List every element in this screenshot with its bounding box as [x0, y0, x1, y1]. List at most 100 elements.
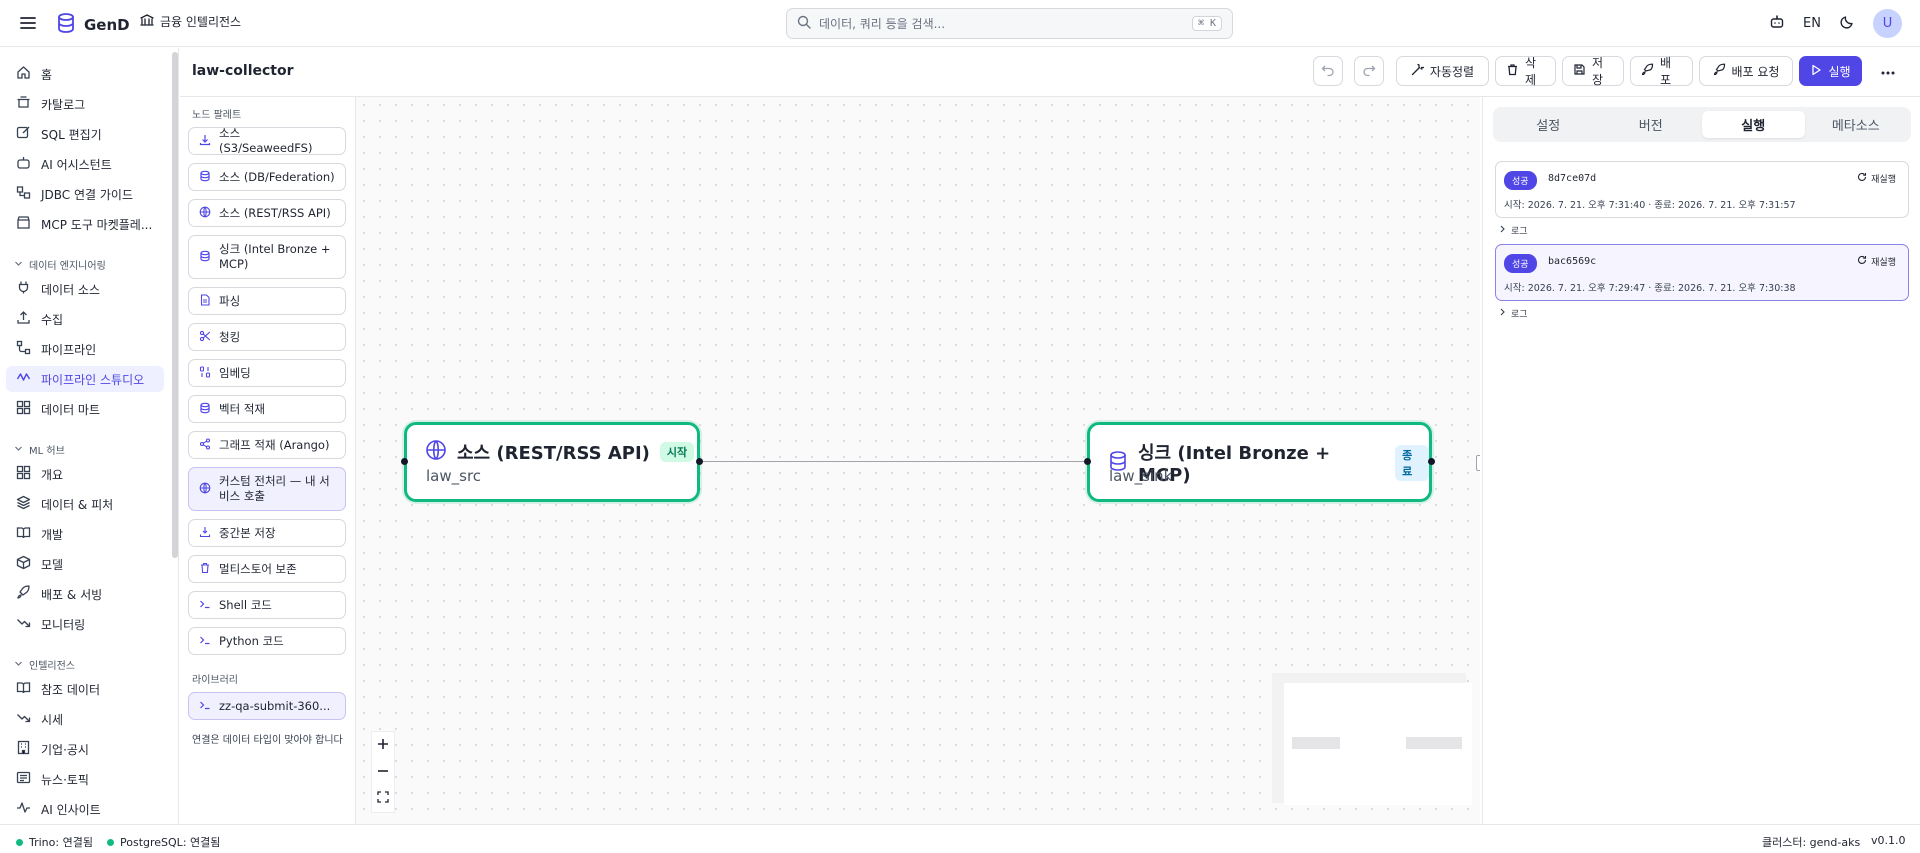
globe-icon: [199, 206, 211, 221]
more-icon[interactable]: [1878, 63, 1898, 83]
node-output-handle[interactable]: [1428, 458, 1435, 465]
sidebar-item-jdbc-guide[interactable]: JDBC 연결 가이드: [6, 181, 164, 207]
palette-item-source-db[interactable]: 소스 (DB/Federation): [188, 163, 346, 191]
sidebar-item-monitoring[interactable]: 모니터링: [6, 611, 164, 637]
run-button[interactable]: 실행: [1799, 56, 1862, 86]
section-ml-hub[interactable]: ML 허브: [14, 442, 65, 457]
section-data-engineering[interactable]: 데이터 엔지니어링: [14, 257, 106, 272]
undo-button[interactable]: [1313, 56, 1343, 86]
run-item[interactable]: 성공 bac6569c 재실행 시작: 2026. 7. 21. 오후 7:29…: [1495, 244, 1909, 301]
book-icon: [16, 680, 31, 698]
panel-resize-handle[interactable]: [1476, 455, 1480, 471]
sidebar-item-label: JDBC 연결 가이드: [41, 187, 134, 202]
studio-icon: [16, 370, 31, 388]
palette-item-shell[interactable]: Shell 코드: [188, 591, 346, 619]
edge-connection[interactable]: [701, 461, 1087, 462]
sidebar-item-ai-assistant[interactable]: AI 어시스턴트: [6, 151, 164, 177]
palette-item-python[interactable]: Python 코드: [188, 627, 346, 655]
node-input-handle[interactable]: [401, 458, 408, 465]
palette-item-embed[interactable]: 임베딩: [188, 359, 346, 387]
save-label: 저장: [1592, 56, 1604, 87]
palette-item-source-rest[interactable]: 소스 (REST/RSS API): [188, 199, 346, 227]
tab-settings[interactable]: 설정: [1497, 111, 1600, 138]
section-intelligence[interactable]: 인텔리전스: [14, 657, 75, 672]
sidebar-item-models[interactable]: 모델: [6, 551, 164, 577]
palette-item-label: 중간본 저장: [219, 525, 276, 540]
palette-item-graph-load[interactable]: 그래프 적재 (Arango): [188, 431, 346, 459]
tab-versions[interactable]: 버전: [1600, 111, 1703, 138]
palette-item-label: 소스 (REST/RSS API): [219, 205, 331, 220]
deploy-button[interactable]: 배포: [1630, 56, 1693, 87]
zoom-in-icon[interactable]: [376, 737, 390, 755]
sidebar-item-develop[interactable]: 개발: [6, 521, 164, 547]
fit-view-icon[interactable]: [377, 791, 389, 807]
node-title: 소스 (REST/RSS API): [457, 443, 650, 464]
sidebar-item-catalog[interactable]: 카탈로그: [6, 91, 164, 117]
end-badge: 종료: [1395, 444, 1429, 481]
minimap[interactable]: [1272, 673, 1472, 805]
tab-runs[interactable]: 실행: [1702, 111, 1805, 138]
sidebar-item-label: 참조 데이터: [41, 682, 101, 697]
log-label: 로그: [1511, 227, 1528, 237]
search-input[interactable]: 데이터, 쿼리 등을 검색... ⌘ K: [786, 8, 1233, 39]
redo-button[interactable]: [1354, 56, 1384, 86]
deploy-label: 배포: [1660, 56, 1672, 87]
avatar[interactable]: U: [1873, 9, 1902, 38]
run-item[interactable]: 성공 8d7ce07d 재실행 시작: 2026. 7. 21. 오후 7:31…: [1495, 161, 1909, 218]
log-toggle[interactable]: 로그: [1499, 224, 1528, 237]
node-input-handle[interactable]: [1084, 458, 1091, 465]
language-toggle[interactable]: EN: [1803, 16, 1821, 31]
run-times: 시작: 2026. 7. 21. 오후 7:31:40 · 종료: 2026. …: [1504, 200, 1796, 211]
sidebar-item-ai-insight[interactable]: AI 인사이트: [6, 796, 164, 822]
sidebar-item-deploy-serving[interactable]: 배포 & 서빙: [6, 581, 164, 607]
zoom-out-icon[interactable]: [376, 764, 390, 782]
brand[interactable]: GenD: [56, 12, 130, 38]
library-item[interactable]: zz-qa-submit-360...: [188, 692, 346, 720]
palette-item-label: 임베딩: [219, 365, 251, 380]
palette-item-multistore[interactable]: 멀티스토어 보존: [188, 555, 346, 583]
sidebar-item-overview[interactable]: 개요: [6, 461, 164, 487]
chevron-right-icon: [1499, 225, 1506, 236]
bot-icon[interactable]: [1769, 14, 1785, 34]
palette-item-chunk[interactable]: 청킹: [188, 323, 346, 351]
sidebar: 홈 카탈로그 SQL 편집기 AI 어시스턴트 JDBC 연결 가이드 MCP …: [0, 48, 179, 824]
sidebar-item-data-source[interactable]: 데이터 소스: [6, 276, 164, 302]
rerun-button[interactable]: 재실행: [1857, 172, 1896, 185]
sidebar-item-ingest[interactable]: 수집: [6, 306, 164, 332]
palette-item-label: 커스텀 전처리 — 내 서비스 호출: [219, 474, 330, 503]
sidebar-item-sql-editor[interactable]: SQL 편집기: [6, 121, 164, 147]
workspace-switcher[interactable]: 금융 인텔리전스: [140, 13, 241, 30]
node-source-rest[interactable]: 소스 (REST/RSS API) 시작 law_src: [401, 422, 703, 502]
pipeline-canvas[interactable]: 소스 (REST/RSS API) 시작 law_src 싱크 (Intel B…: [356, 97, 1480, 824]
chevron-down-icon: [14, 659, 23, 671]
palette-item-intermediate-save[interactable]: 중간본 저장: [188, 519, 346, 547]
sidebar-item-pipeline-studio[interactable]: 파이프라인 스튜디오: [6, 366, 164, 392]
deploy-request-button[interactable]: 배포 요청: [1699, 56, 1793, 86]
auto-layout-button[interactable]: 자동정렬: [1396, 56, 1489, 86]
sidebar-scrollbar[interactable]: [172, 52, 178, 558]
save-button[interactable]: 저장: [1562, 56, 1624, 87]
sidebar-item-reference-data[interactable]: 참조 데이터: [6, 676, 164, 702]
palette-item-parse[interactable]: 파싱: [188, 287, 346, 315]
palette-item-vector-load[interactable]: 벡터 적재: [188, 395, 346, 423]
moon-icon[interactable]: [1839, 14, 1855, 34]
palette-item-source-s3[interactable]: 소스 (S3/SeaweedFS): [188, 126, 346, 155]
sidebar-item-data-features[interactable]: 데이터 & 피처: [6, 491, 164, 517]
rerun-button[interactable]: 재실행: [1857, 255, 1896, 268]
sidebar-item-companies[interactable]: 기업·공시: [6, 736, 164, 762]
menu-icon[interactable]: [18, 13, 38, 33]
log-toggle[interactable]: 로그: [1499, 307, 1528, 320]
sidebar-item-data-mart[interactable]: 데이터 마트: [6, 396, 164, 422]
node-palette: 노드 팔레트 소스 (S3/SeaweedFS) 소스 (DB/Federati…: [180, 97, 356, 824]
tab-metasource[interactable]: 메타소스: [1805, 111, 1908, 138]
sidebar-item-mcp-marketplace[interactable]: MCP 도구 마켓플레...: [6, 211, 164, 237]
node-sink-intel[interactable]: 싱크 (Intel Bronze + MCP) 종료 law_sink: [1084, 422, 1435, 502]
node-output-handle[interactable]: [696, 458, 703, 465]
sidebar-item-home[interactable]: 홈: [6, 61, 164, 87]
palette-item-custom-preprocess[interactable]: 커스텀 전처리 — 내 서비스 호출: [188, 467, 346, 511]
delete-button[interactable]: 삭제: [1495, 56, 1556, 87]
palette-item-sink-intel[interactable]: 싱크 (Intel Bronze + MCP): [188, 235, 346, 279]
sidebar-item-quotes[interactable]: 시세: [6, 706, 164, 732]
sidebar-item-pipeline[interactable]: 파이프라인: [6, 336, 164, 362]
sidebar-item-news[interactable]: 뉴스·토픽: [6, 766, 164, 792]
